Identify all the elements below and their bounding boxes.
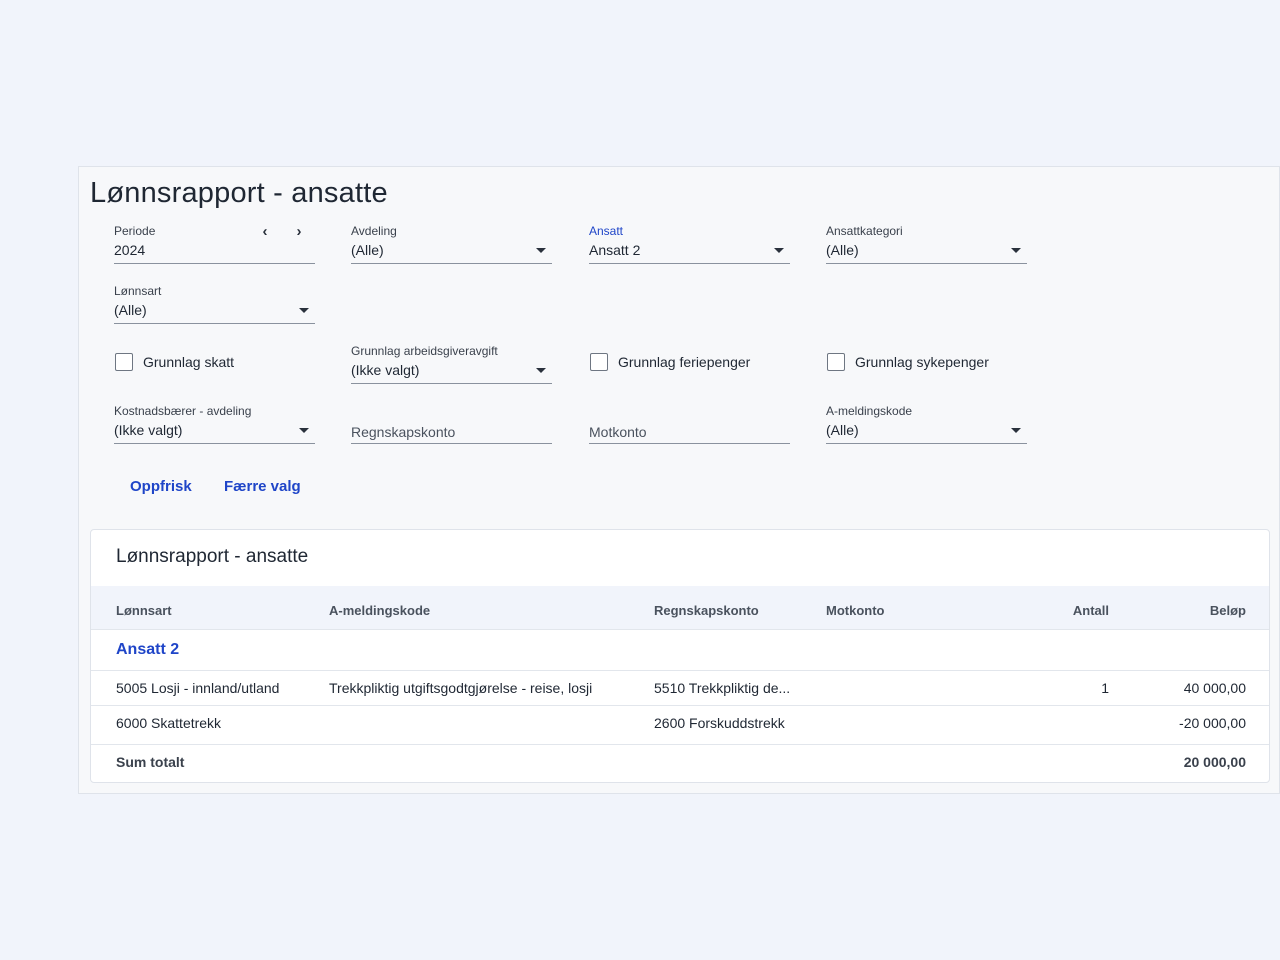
column-header-regnskapskonto[interactable]: Regnskapskonto (654, 603, 759, 618)
caret-down-icon (299, 428, 309, 433)
table-header: Lønnsart A-meldingskode Regnskapskonto M… (91, 586, 1269, 630)
fewer-options-button[interactable]: Færre valg (224, 478, 301, 495)
caret-down-icon (1011, 248, 1021, 253)
kostnadsbaerer-label: Kostnadsbærer - avdeling (114, 404, 252, 418)
report-card: Lønnsrapport - ansatte Lønnsart A-meldin… (90, 529, 1270, 783)
page-title: Lønnsrapport - ansatte (90, 177, 388, 209)
cell-belop: 40 000,00 (1183, 680, 1246, 696)
avdeling-select[interactable]: Avdeling (Alle) (351, 224, 552, 264)
ansatt-value: Ansatt 2 (589, 242, 641, 258)
lonnsart-label: Lønnsart (114, 284, 162, 298)
periode-value: 2024 (114, 242, 146, 258)
ansatt-label: Ansatt (589, 224, 624, 238)
ansattkategori-label: Ansattkategori (826, 224, 903, 238)
column-header-a-meldingskode[interactable]: A-meldingskode (329, 603, 430, 618)
cell-regnskapskonto: 5510 Trekkpliktig de... (654, 680, 791, 696)
table-row: 5005 Losji - innland/utland Trekkpliktig… (91, 671, 1269, 706)
kostnadsbaerer-value: (Ikke valgt) (114, 422, 183, 438)
grunnlag-sykepenger-checkbox[interactable]: Grunnlag sykepenger (827, 352, 989, 372)
lonnsart-value: (Alle) (114, 302, 147, 318)
report-panel: Lønnsrapport - ansatte Periode ‹ › 2024 … (78, 166, 1280, 794)
motkonto-placeholder: Motkonto (589, 424, 647, 440)
a-meldingskode-select[interactable]: A-meldingskode (Alle) (826, 404, 1027, 444)
cell-regnskapskonto: 2600 Forskuddstrekk (654, 715, 785, 731)
cell-belop: -20 000,00 (1179, 715, 1246, 731)
group-row: Ansatt 2 (91, 630, 1269, 671)
ansattkategori-select[interactable]: Ansattkategori (Alle) (826, 224, 1027, 264)
cell-lonnsart: 5005 Losji - innland/utland (116, 680, 280, 696)
kostnadsbaerer-select[interactable]: Kostnadsbærer - avdeling (Ikke valgt) (114, 404, 315, 444)
checkbox-box[interactable] (115, 353, 133, 371)
chevron-left-icon[interactable]: ‹ (258, 224, 272, 239)
grunnlag-arbeidsgiveravgift-label: Grunnlag arbeidsgiveravgift (351, 344, 498, 358)
avdeling-value: (Alle) (351, 242, 384, 258)
table-row: 6000 Skattetrekk 2600 Forskuddstrekk -20… (91, 706, 1269, 745)
total-row: Sum totalt 20 000,00 (91, 745, 1269, 783)
motkonto-input[interactable]: Motkonto (589, 404, 790, 444)
caret-down-icon (1011, 428, 1021, 433)
grunnlag-arbeidsgiveravgift-value: (Ikke valgt) (351, 362, 420, 378)
ansattkategori-value: (Alle) (826, 242, 859, 258)
chevron-right-icon[interactable]: › (292, 224, 306, 239)
a-meldingskode-value: (Alle) (826, 422, 859, 438)
column-header-lonnsart[interactable]: Lønnsart (116, 603, 172, 618)
lonnsart-select[interactable]: Lønnsart (Alle) (114, 284, 315, 324)
column-header-belop[interactable]: Beløp (1146, 603, 1246, 618)
cell-a-meldingskode: Trekkpliktig utgiftsgodtgjørelse - reise… (329, 680, 593, 696)
grunnlag-skatt-checkbox[interactable]: Grunnlag skatt (115, 352, 234, 372)
checkbox-box[interactable] (590, 353, 608, 371)
column-header-motkonto[interactable]: Motkonto (826, 603, 884, 618)
caret-down-icon (536, 248, 546, 253)
periode-label: Periode (114, 224, 156, 238)
caret-down-icon (536, 368, 546, 373)
regnskapskonto-input[interactable]: Regnskapskonto (351, 404, 552, 444)
cell-lonnsart: 6000 Skattetrekk (116, 715, 222, 731)
checkbox-box[interactable] (827, 353, 845, 371)
total-belop: 20 000,00 (1183, 754, 1246, 770)
grunnlag-sykepenger-label: Grunnlag sykepenger (855, 354, 989, 370)
grunnlag-arbeidsgiveravgift-select[interactable]: Grunnlag arbeidsgiveravgift (Ikke valgt) (351, 344, 552, 384)
total-label: Sum totalt (116, 754, 185, 770)
periode-field[interactable]: Periode ‹ › 2024 (114, 224, 315, 264)
caret-down-icon (299, 308, 309, 313)
group-name[interactable]: Ansatt 2 (116, 641, 179, 659)
ansatt-select[interactable]: Ansatt Ansatt 2 (589, 224, 790, 264)
report-title: Lønnsrapport - ansatte (116, 546, 309, 567)
cell-antall: 1 (1101, 680, 1109, 696)
refresh-button[interactable]: Oppfrisk (130, 478, 192, 495)
regnskapskonto-placeholder: Regnskapskonto (351, 424, 456, 440)
grunnlag-feriepenger-checkbox[interactable]: Grunnlag feriepenger (590, 352, 750, 372)
avdeling-label: Avdeling (351, 224, 397, 238)
column-header-antall[interactable]: Antall (1009, 603, 1109, 618)
grunnlag-skatt-label: Grunnlag skatt (143, 354, 235, 370)
caret-down-icon (774, 248, 784, 253)
grunnlag-feriepenger-label: Grunnlag feriepenger (618, 354, 751, 370)
a-meldingskode-label: A-meldingskode (826, 404, 913, 418)
